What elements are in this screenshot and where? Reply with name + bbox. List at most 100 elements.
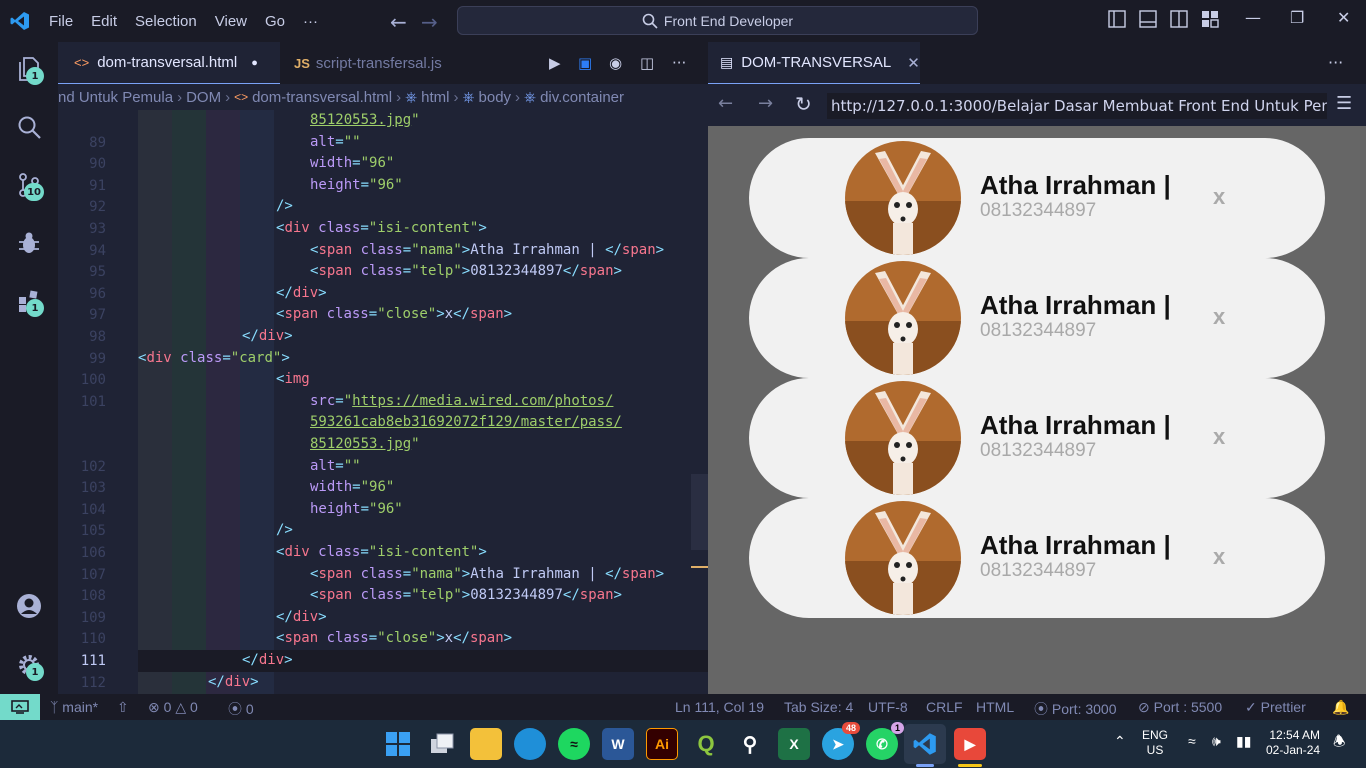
notifications-bell-icon[interactable]: 🔔 bbox=[1332, 699, 1349, 716]
tray-overflow-icon[interactable]: ⌃ bbox=[1114, 734, 1126, 749]
breadcrumb-item[interactable]: div.container bbox=[540, 89, 624, 106]
wifi-icon[interactable]: ≈ bbox=[1188, 734, 1196, 749]
windows-start-icon[interactable] bbox=[382, 728, 414, 760]
open-preview-icon[interactable]: ▣ bbox=[578, 54, 596, 72]
encoding[interactable]: UTF-8 bbox=[868, 699, 908, 715]
breadcrumb-item[interactable]: body bbox=[479, 89, 512, 106]
broadcast-icon: ⦿ bbox=[228, 701, 242, 717]
close-window-button[interactable]: ✕ bbox=[1337, 8, 1350, 27]
qgis-icon[interactable]: Q bbox=[690, 728, 722, 760]
illustrator-icon[interactable]: Ai bbox=[646, 728, 678, 760]
breadcrumb-item[interactable]: dom-transversal.html bbox=[252, 89, 392, 106]
port-3000[interactable]: ⦿ Port: 3000 bbox=[1034, 699, 1117, 719]
breadcrumb-item[interactable]: nd Untuk Pemula bbox=[58, 89, 173, 106]
edge-browser-icon[interactable] bbox=[514, 728, 546, 760]
battery-icon[interactable]: ▮▮ bbox=[1236, 734, 1251, 749]
line-number: 89 bbox=[89, 135, 106, 151]
line-ending[interactable]: CRLF bbox=[926, 699, 963, 715]
more-actions-icon[interactable]: ··· bbox=[672, 54, 690, 72]
telegram-icon[interactable]: ➤ 48 bbox=[822, 722, 860, 760]
warning-icon: △ bbox=[175, 699, 187, 715]
close-tab-icon[interactable]: ✕ bbox=[907, 54, 920, 72]
branch-indicator[interactable]: ᛉ main* bbox=[50, 699, 98, 715]
split-editor-icon[interactable]: ◫ bbox=[640, 54, 658, 72]
show-preview-icon[interactable]: ◉ bbox=[609, 54, 627, 72]
tab-label: dom-transversal.html bbox=[97, 54, 238, 71]
line-number: 106 bbox=[80, 545, 106, 561]
menu-file[interactable]: File bbox=[40, 13, 82, 30]
task-view-icon[interactable] bbox=[426, 728, 458, 760]
close-button[interactable]: x bbox=[1213, 304, 1225, 330]
url-input[interactable]: http://127.0.0.1:3000/Belajar Dasar Memb… bbox=[827, 93, 1327, 119]
reload-icon[interactable]: ↻ bbox=[795, 92, 812, 116]
toggle-primary-sidebar-icon[interactable] bbox=[1108, 10, 1129, 31]
breadcrumb-item[interactable]: html bbox=[421, 89, 449, 106]
browser-preview-icon: ▤ bbox=[720, 54, 734, 70]
forward-arrow-icon[interactable]: → bbox=[758, 93, 773, 114]
unsaved-dot-icon[interactable]: ● bbox=[251, 57, 258, 69]
explorer-icon[interactable]: 1 bbox=[12, 52, 46, 86]
account-icon[interactable] bbox=[12, 589, 46, 623]
close-button[interactable]: x bbox=[1213, 544, 1225, 570]
hamburger-menu-icon[interactable]: ☰ bbox=[1336, 93, 1352, 114]
menu-go[interactable]: Go bbox=[256, 13, 294, 30]
extensions-icon[interactable]: 1 bbox=[12, 284, 46, 318]
tab-dom-transversal-preview[interactable]: ▤ DOM-TRANSVERSAL ✕ bbox=[708, 42, 920, 84]
vscode-taskbar-icon[interactable] bbox=[904, 724, 946, 764]
run-debug-icon[interactable] bbox=[12, 226, 46, 260]
run-icon[interactable]: ▶ bbox=[549, 54, 567, 72]
remote-indicator[interactable] bbox=[0, 694, 40, 720]
cursor-position[interactable]: Ln 111, Col 19 bbox=[675, 699, 764, 715]
search-app-icon[interactable]: ⚲ bbox=[734, 728, 766, 760]
word-icon[interactable]: W bbox=[602, 728, 634, 760]
menu-view[interactable]: View bbox=[206, 13, 256, 30]
back-arrow-icon[interactable]: ← bbox=[390, 10, 407, 34]
line-number: 99 bbox=[89, 351, 106, 367]
language-mode[interactable]: HTML bbox=[976, 699, 1014, 715]
ports-indicator[interactable]: ⦿ 0 bbox=[228, 699, 254, 719]
problems-indicator[interactable]: ⊗ 0 △ 0 bbox=[148, 699, 198, 716]
restore-button[interactable]: ❐ bbox=[1290, 8, 1304, 27]
close-button[interactable]: x bbox=[1213, 424, 1225, 450]
source-control-icon[interactable]: 10 bbox=[12, 168, 46, 202]
contact-name: Atha Irrahman | bbox=[980, 530, 1171, 560]
preview-tab-bar: ▤ DOM-TRANSVERSAL ✕ ··· bbox=[708, 42, 1366, 84]
menu-more[interactable]: ··· bbox=[294, 13, 327, 30]
file-explorer-icon[interactable] bbox=[470, 728, 502, 760]
volume-icon[interactable]: 🕪 bbox=[1212, 734, 1221, 749]
back-arrow-icon[interactable]: ← bbox=[718, 93, 733, 114]
close-button[interactable]: x bbox=[1213, 184, 1225, 210]
search-view-icon[interactable] bbox=[12, 110, 46, 144]
command-center-search[interactable]: Front End Developer bbox=[457, 6, 978, 35]
tab-dom-transversal[interactable]: <> dom-transversal.html ● bbox=[58, 42, 280, 84]
settings-gear-icon[interactable]: 1 bbox=[12, 648, 46, 682]
more-actions-icon[interactable]: ··· bbox=[1328, 53, 1343, 72]
tab-size[interactable]: Tab Size: 4 bbox=[784, 699, 853, 715]
element-cube-icon: ⎈ bbox=[524, 88, 537, 106]
menu-edit[interactable]: Edit bbox=[82, 13, 126, 30]
line-number: 90 bbox=[89, 156, 106, 172]
clock[interactable]: 12:54 AM 02-Jan-24 bbox=[1266, 728, 1320, 758]
forward-arrow-icon[interactable]: → bbox=[421, 10, 438, 34]
toggle-panel-icon[interactable] bbox=[1139, 10, 1160, 31]
breadcrumb-item[interactable]: DOM bbox=[186, 89, 221, 106]
notification-bell-icon[interactable]: 🕭 bbox=[1333, 734, 1346, 749]
editor-scrollbar[interactable] bbox=[691, 474, 708, 550]
toggle-secondary-sidebar-icon[interactable] bbox=[1170, 10, 1191, 31]
publish-icon[interactable]: ⇧ bbox=[117, 699, 129, 716]
minimize-button[interactable]: — bbox=[1245, 8, 1261, 27]
whatsapp-icon[interactable]: ✆ 1 bbox=[866, 722, 904, 760]
menu-selection[interactable]: Selection bbox=[126, 13, 206, 30]
tab-script-transfersal[interactable]: JS script-transfersal.js bbox=[280, 42, 480, 84]
media-app-icon[interactable]: ▶ bbox=[954, 728, 986, 760]
excel-icon[interactable]: X bbox=[778, 728, 810, 760]
language-indicator[interactable]: ENG US bbox=[1142, 728, 1168, 758]
vscode-logo-icon bbox=[0, 0, 40, 42]
spotify-icon[interactable]: ≈ bbox=[558, 728, 590, 760]
scrollbar-marker bbox=[691, 566, 708, 568]
prettier-indicator[interactable]: ✓ Prettier bbox=[1245, 699, 1306, 716]
live-server-port[interactable]: ⊘ Port : 5500 bbox=[1138, 699, 1222, 716]
contact-name: Atha Irrahman | bbox=[980, 290, 1171, 320]
code-editor[interactable]: 89 90 91 92 93 94 95 96 97 98 99 100 101 102 103 104 105… bbox=[58, 110, 708, 694]
customize-layout-icon[interactable] bbox=[1201, 10, 1222, 31]
